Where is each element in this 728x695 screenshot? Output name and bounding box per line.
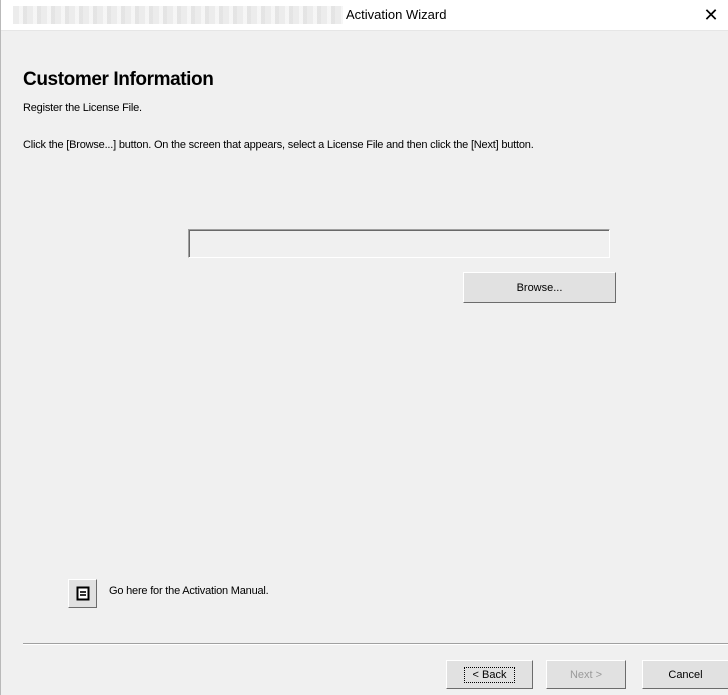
title-bar[interactable]: Activation Wizard ✕ [1,0,728,31]
blurred-title-region [13,6,343,24]
close-button[interactable]: ✕ [693,0,728,30]
back-button-label: < Back [463,666,516,683]
activation-manual-button[interactable] [68,579,97,608]
window-title: Activation Wizard [346,7,447,22]
back-button[interactable]: < Back [446,660,533,689]
footer-divider [23,643,728,645]
license-file-path-field[interactable] [188,229,610,258]
activation-manual-text: Go here for the Activation Manual. [109,585,269,597]
close-icon: ✕ [703,4,719,25]
page-title: Customer Information [23,69,214,90]
cancel-button[interactable]: Cancel [642,660,728,689]
activation-wizard-window: Activation Wizard ✕ Customer Information… [0,0,728,695]
browse-button[interactable]: Browse... [463,272,616,303]
document-icon [76,586,89,601]
page-subtitle: Register the License File. [23,102,142,114]
instructions-text: Click the [Browse...] button. On the scr… [23,139,534,151]
next-button[interactable]: Next > [546,660,626,689]
